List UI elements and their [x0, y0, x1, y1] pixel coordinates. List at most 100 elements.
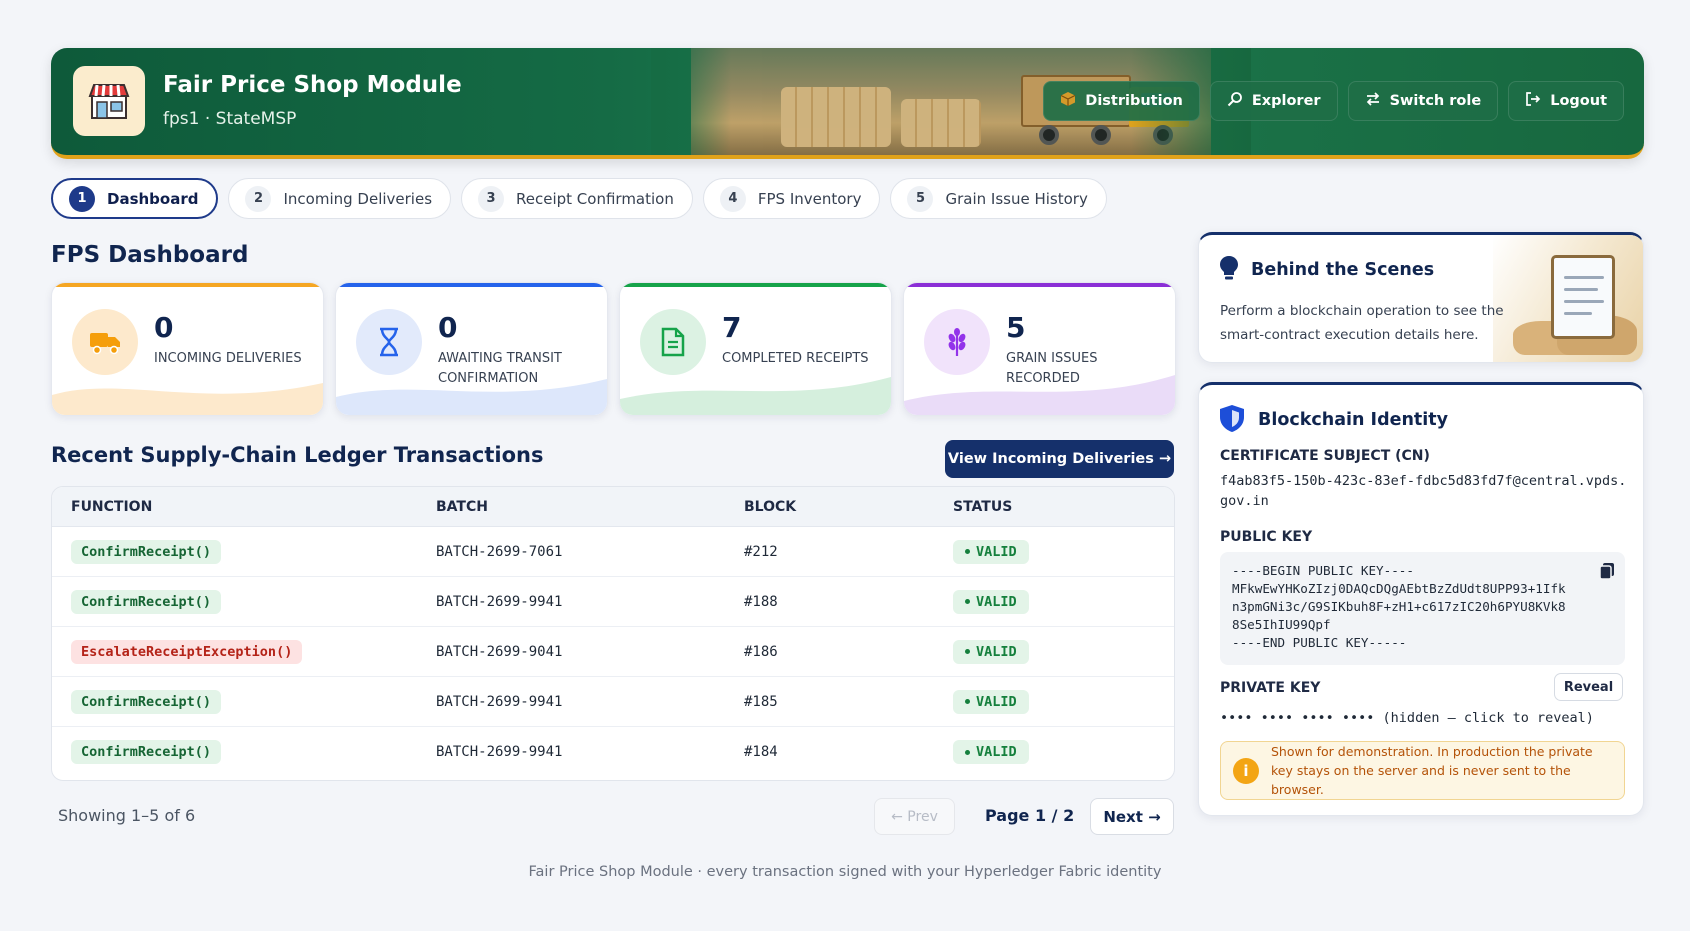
- tab-number: 2: [245, 185, 272, 212]
- tab-receipt-confirmation[interactable]: 3 Receipt Confirmation: [461, 178, 693, 219]
- distribution-button[interactable]: Distribution: [1043, 81, 1200, 121]
- stat-value: 0: [154, 311, 174, 344]
- footer-text: Fair Price Shop Module · every transacti…: [528, 864, 1162, 880]
- batch-cell: BATCH-2699-7061: [436, 543, 563, 560]
- status-badge: VALID: [953, 689, 1029, 714]
- function-chip[interactable]: ConfirmReceipt(): [71, 689, 222, 714]
- shop-logo-icon: [73, 66, 145, 136]
- stat-card-grain-issues: 5 GRAIN ISSUES RECORDED: [903, 282, 1176, 416]
- truck-icon: [72, 309, 138, 375]
- public-key-line: n3pmGNi3c/G9SIKbuh8F+zH1+c617zIC20h6PYU8…: [1232, 599, 1566, 614]
- lightbulb-icon: [1219, 255, 1239, 285]
- table-header: FUNCTION BATCH BLOCK STATUS: [52, 487, 1174, 527]
- public-key-line: 8Se5IhIU99Qpf: [1232, 617, 1331, 632]
- page-title: FPS Dashboard: [51, 242, 249, 268]
- reveal-button[interactable]: Reveal: [1554, 673, 1623, 701]
- stat-label: GRAIN ISSUES RECORDED: [1006, 351, 1098, 386]
- app-title: Fair Price Shop Module: [163, 72, 462, 98]
- table-row[interactable]: ConfirmReceipt() BATCH-2699-9941 #185 VA…: [52, 677, 1174, 727]
- stat-value: 7: [722, 311, 742, 344]
- ledger-table: FUNCTION BATCH BLOCK STATUS ConfirmRecei…: [51, 486, 1175, 781]
- info-icon: i: [1233, 757, 1259, 784]
- copy-icon[interactable]: [1599, 562, 1615, 585]
- column-header[interactable]: STATUS: [953, 499, 1174, 515]
- batch-cell: BATCH-2699-9941: [436, 693, 563, 710]
- batch-cell: BATCH-2699-9041: [436, 643, 563, 660]
- search-icon: [1227, 91, 1243, 111]
- app-header: Fair Price Shop Module fps1 · StateMSP D…: [51, 48, 1644, 159]
- batch-cell: BATCH-2699-9941: [436, 593, 563, 610]
- table-row[interactable]: ConfirmReceipt() BATCH-2699-9941 #184 VA…: [52, 727, 1174, 777]
- status-badge: VALID: [953, 639, 1029, 664]
- panel-title: Blockchain Identity: [1258, 410, 1449, 430]
- behind-the-scenes-panel: Behind the Scenes Perform a blockchain o…: [1198, 232, 1644, 363]
- panel-title: Behind the Scenes: [1251, 260, 1435, 280]
- batch-cell: BATCH-2699-9941: [436, 744, 563, 760]
- column-header[interactable]: FUNCTION: [52, 499, 436, 515]
- demo-warning: i Shown for demonstration. In production…: [1220, 741, 1625, 800]
- tab-label: FPS Inventory: [757, 189, 862, 208]
- function-chip[interactable]: EscalateReceiptException(): [71, 639, 303, 664]
- tab-number: 5: [907, 185, 934, 212]
- stat-label: AWAITING TRANSIT CONFIRMATION: [438, 351, 562, 386]
- public-key-line: ----BEGIN PUBLIC KEY----: [1232, 563, 1414, 578]
- tab-label: Incoming Deliveries: [283, 189, 433, 208]
- blockchain-identity-panel: Blockchain Identity CERTIFICATE SUBJECT …: [1198, 382, 1644, 816]
- table-row[interactable]: ConfirmReceipt() BATCH-2699-7061 #212 VA…: [52, 527, 1174, 577]
- next-page-button[interactable]: Next →: [1090, 798, 1174, 835]
- tab-label: Grain Issue History: [945, 189, 1088, 208]
- logout-button[interactable]: Logout: [1508, 81, 1624, 121]
- function-chip[interactable]: ConfirmReceipt(): [71, 740, 222, 764]
- section-title: Recent Supply-Chain Ledger Transactions: [51, 443, 544, 467]
- public-key-label: PUBLIC KEY: [1220, 529, 1313, 545]
- stat-card-awaiting: 0 AWAITING TRANSIT CONFIRMATION: [335, 282, 608, 416]
- explorer-button[interactable]: Explorer: [1209, 81, 1338, 121]
- explorer-label: Explorer: [1251, 93, 1321, 109]
- tab-number: 3: [478, 185, 505, 212]
- logout-icon: [1525, 91, 1541, 111]
- stat-card-completed: 7 COMPLETED RECEIPTS: [619, 282, 892, 416]
- panel-text: Perform a blockchain operation to see th…: [1220, 303, 1504, 343]
- tab-label: Receipt Confirmation: [516, 189, 674, 208]
- page-indicator: Page 1 / 2: [985, 806, 1075, 825]
- logout-label: Logout: [1550, 93, 1607, 109]
- column-header[interactable]: BATCH: [436, 499, 744, 515]
- public-key-line: ----END PUBLIC KEY-----: [1232, 635, 1407, 650]
- stat-label: INCOMING DELIVERIES: [154, 351, 302, 366]
- warning-text: Shown for demonstration. In production t…: [1271, 744, 1593, 797]
- stat-value: 5: [1006, 311, 1026, 344]
- function-chip[interactable]: ConfirmReceipt(): [71, 539, 222, 564]
- hourglass-icon: [356, 309, 422, 375]
- tab-number: 1: [69, 185, 95, 212]
- block-cell: #186: [744, 643, 778, 660]
- status-badge: VALID: [953, 589, 1029, 614]
- switch-role-label: Switch role: [1389, 93, 1482, 109]
- function-chip[interactable]: ConfirmReceipt(): [71, 589, 222, 614]
- pagination-summary: Showing 1–5 of 6: [58, 806, 196, 825]
- public-key-box: ----BEGIN PUBLIC KEY---- MFkwEwYHKoZIzj0…: [1220, 552, 1625, 665]
- status-badge: VALID: [953, 740, 1029, 765]
- tab-number: 4: [719, 185, 746, 212]
- cn-label: CERTIFICATE SUBJECT (CN): [1220, 448, 1430, 464]
- tab-fps-inventory[interactable]: 4 FPS Inventory: [702, 178, 881, 219]
- private-key-label: PRIVATE KEY: [1220, 680, 1321, 696]
- tab-dashboard[interactable]: 1 Dashboard: [51, 178, 219, 219]
- tab-grain-issue-history[interactable]: 5 Grain Issue History: [890, 178, 1107, 219]
- workflow-tabs: 1 Dashboard 2 Incoming Deliveries 3 Rece…: [51, 178, 1107, 219]
- tab-incoming-deliveries[interactable]: 2 Incoming Deliveries: [228, 178, 452, 219]
- column-header[interactable]: BLOCK: [744, 499, 953, 515]
- package-icon: [1060, 91, 1076, 111]
- cn-value: f4ab83f5-150b-423c-83ef-fdbc5d83fd7f@cen…: [1220, 473, 1627, 509]
- table-row[interactable]: ConfirmReceipt() BATCH-2699-9941 #188 VA…: [52, 577, 1174, 627]
- block-cell: #188: [744, 593, 778, 610]
- shield-icon: [1219, 404, 1245, 437]
- block-cell: #212: [744, 543, 778, 560]
- stat-card-incoming: 0 INCOMING DELIVERIES: [51, 282, 324, 416]
- prev-page-button[interactable]: ← Prev: [874, 798, 955, 835]
- switch-role-button[interactable]: Switch role: [1347, 81, 1499, 121]
- app-subtitle: fps1 · StateMSP: [163, 109, 297, 129]
- table-row[interactable]: EscalateReceiptException() BATCH-2699-90…: [52, 627, 1174, 677]
- status-badge: VALID: [953, 539, 1029, 564]
- view-incoming-deliveries-button[interactable]: View Incoming Deliveries →: [945, 440, 1174, 478]
- private-key-value: •••• •••• •••• •••• (hidden — click to r…: [1220, 710, 1594, 726]
